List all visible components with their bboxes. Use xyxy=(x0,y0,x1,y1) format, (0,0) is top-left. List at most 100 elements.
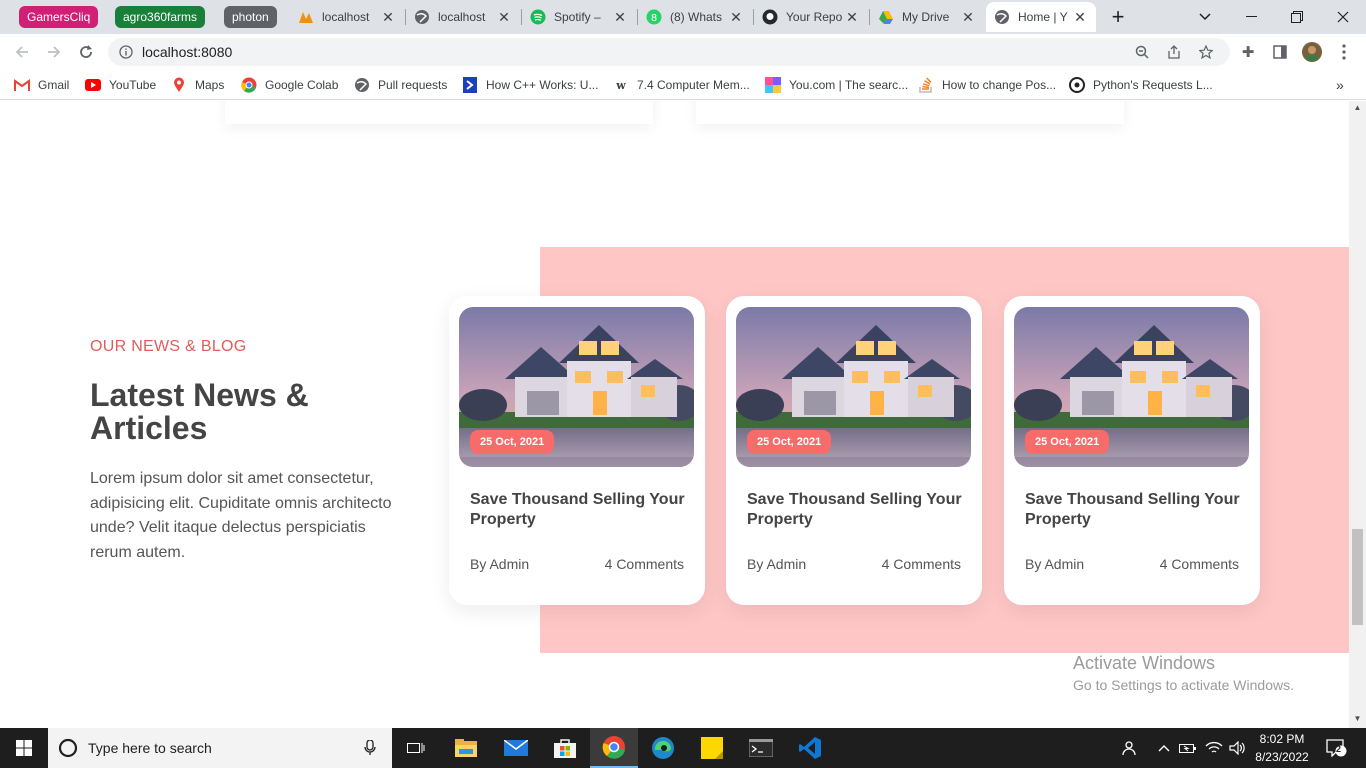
tab-whatsapp[interactable]: 8 (8) Whats ✕ xyxy=(638,2,752,32)
start-button[interactable] xyxy=(0,728,48,768)
bookmark-you-com[interactable]: You.com | The searc... xyxy=(765,76,908,94)
tab-home-active[interactable]: Home | Y ✕ xyxy=(986,2,1096,32)
card-title[interactable]: Save Thousand Selling Your Property xyxy=(470,490,690,530)
card-comments[interactable]: 4 Comments xyxy=(882,556,961,572)
address-bar[interactable]: localhost:8080 xyxy=(108,38,1230,66)
tray-chevron-up-icon[interactable] xyxy=(1152,728,1176,768)
scrollbar-thumb[interactable] xyxy=(1352,529,1363,625)
tab-drive[interactable]: My Drive ✕ xyxy=(870,2,984,32)
tab-label: localhost xyxy=(438,10,486,24)
bookmark-computer-memory[interactable]: w 7.4 Computer Mem... xyxy=(613,76,749,94)
page-scrollbar[interactable]: ▲ ▼ xyxy=(1349,101,1366,728)
blog-card[interactable]: 25 Oct, 2021 Save Thousand Selling Your … xyxy=(449,296,705,605)
bookmark-maps[interactable]: Maps xyxy=(171,76,224,94)
vscode-button[interactable] xyxy=(786,728,834,768)
card-comments[interactable]: 4 Comments xyxy=(1160,556,1239,572)
microphone-icon xyxy=(364,740,376,755)
close-icon[interactable]: ✕ xyxy=(844,9,860,26)
chrome-taskbar-button[interactable] xyxy=(590,728,638,768)
card-title[interactable]: Save Thousand Selling Your Property xyxy=(1025,490,1245,530)
tab-group-gamerscliq[interactable]: GamersCliq xyxy=(19,6,99,28)
minimize-button[interactable] xyxy=(1228,0,1274,34)
bookmark-youtube[interactable]: YouTube xyxy=(85,76,156,94)
card-author[interactable]: By Admin xyxy=(747,556,806,572)
date-badge: 25 Oct, 2021 xyxy=(747,430,832,454)
volume-icon[interactable] xyxy=(1226,728,1250,768)
search-placeholder[interactable]: Type here to search xyxy=(88,728,212,768)
blog-card[interactable]: 25 Oct, 2021 Save Thousand Selling Your … xyxy=(1004,296,1260,605)
github-icon xyxy=(762,9,778,25)
terminal-button[interactable] xyxy=(737,728,785,768)
mail-button[interactable] xyxy=(492,728,540,768)
close-icon[interactable]: ✕ xyxy=(496,9,512,26)
taskbar-search[interactable]: Type here to search xyxy=(48,728,392,768)
menu-button[interactable] xyxy=(1330,38,1358,66)
notification-center-button[interactable]: 2 xyxy=(1322,728,1352,768)
tab-search-chevron-icon[interactable] xyxy=(1182,0,1228,34)
battery-icon[interactable] xyxy=(1176,728,1200,768)
activate-windows-text: Go to Settings to activate Windows. xyxy=(1073,677,1294,693)
forward-button[interactable] xyxy=(40,38,68,66)
puzzle-icon: ✚ xyxy=(1241,44,1255,61)
close-icon[interactable]: ✕ xyxy=(960,9,976,26)
close-icon[interactable]: ✕ xyxy=(380,9,396,26)
extensions-button[interactable]: ✚ xyxy=(1234,38,1262,66)
profile-avatar[interactable] xyxy=(1298,38,1326,66)
avatar-icon xyxy=(1302,42,1322,62)
kebab-menu-icon xyxy=(1342,44,1346,60)
bookmark-how-cpp-works[interactable]: How C++ Works: U... xyxy=(462,76,598,94)
cortana-icon xyxy=(58,738,78,758)
new-tab-button[interactable]: + xyxy=(1100,0,1136,34)
tab-group-photon[interactable]: photon xyxy=(224,6,277,28)
back-button[interactable] xyxy=(8,38,36,66)
bookmark-change-position[interactable]: How to change Pos... xyxy=(918,76,1056,94)
mail-icon xyxy=(504,740,528,756)
activate-windows-title: Activate Windows xyxy=(1073,653,1216,673)
bookmark-python-requests[interactable]: Python's Requests L... xyxy=(1069,76,1213,94)
task-view-button[interactable] xyxy=(392,728,440,768)
scroll-up-arrow-icon[interactable]: ▲ xyxy=(1349,101,1366,115)
tab-localhost-pma[interactable]: localhost ✕ xyxy=(290,2,404,32)
bookmark-pull-requests[interactable]: Pull requests xyxy=(354,76,447,94)
star-icon[interactable] xyxy=(1198,44,1214,60)
reload-button[interactable] xyxy=(72,38,100,66)
edge-button[interactable] xyxy=(639,728,687,768)
blog-card[interactable]: 25 Oct, 2021 Save Thousand Selling Your … xyxy=(726,296,982,605)
card-title[interactable]: Save Thousand Selling Your Property xyxy=(747,490,967,530)
youtube-icon xyxy=(85,77,101,93)
restore-button[interactable] xyxy=(1274,0,1320,34)
people-icon[interactable] xyxy=(1118,728,1142,768)
bookmark-gmail[interactable]: Gmail xyxy=(14,76,69,94)
bookmarks-overflow-chevron-icon[interactable]: » xyxy=(1336,76,1344,94)
close-icon[interactable]: ✕ xyxy=(1072,9,1088,26)
side-panel-button[interactable] xyxy=(1266,38,1294,66)
close-icon[interactable]: ✕ xyxy=(612,9,628,26)
globe-icon xyxy=(414,9,430,25)
card-author[interactable]: By Admin xyxy=(1025,556,1084,572)
card-comments[interactable]: 4 Comments xyxy=(605,556,684,572)
sticky-notes-icon xyxy=(701,737,723,759)
close-window-button[interactable] xyxy=(1320,0,1366,34)
drive-icon xyxy=(878,9,894,25)
store-icon xyxy=(554,739,576,758)
scroll-down-arrow-icon[interactable]: ▼ xyxy=(1349,712,1366,726)
wifi-icon[interactable] xyxy=(1202,728,1226,768)
share-icon[interactable] xyxy=(1166,44,1182,60)
tab-group-agro360farms[interactable]: agro360farms xyxy=(115,6,206,28)
tab-spotify[interactable]: Spotify – ✕ xyxy=(522,2,636,32)
close-icon[interactable]: ✕ xyxy=(728,9,744,26)
whatsapp-icon: 8 xyxy=(646,9,662,25)
page-viewport: OUR NEWS & BLOG Latest News & Articles L… xyxy=(0,101,1349,728)
taskbar-clock[interactable]: 8:02 PM 8/23/2022 xyxy=(1252,730,1312,766)
file-explorer-button[interactable] xyxy=(442,728,490,768)
clock-date: 8/23/2022 xyxy=(1255,750,1309,764)
card-author[interactable]: By Admin xyxy=(470,556,529,572)
info-icon[interactable] xyxy=(118,44,134,60)
zoom-icon[interactable] xyxy=(1134,44,1150,60)
sticky-notes-button[interactable] xyxy=(688,728,736,768)
microsoft-store-button[interactable] xyxy=(541,728,589,768)
url-text[interactable]: localhost:8080 xyxy=(142,38,232,66)
tab-github[interactable]: Your Repo ✕ xyxy=(754,2,868,32)
bookmark-google-colab[interactable]: Google Colab xyxy=(241,76,338,94)
tab-localhost[interactable]: localhost ✕ xyxy=(406,2,520,32)
